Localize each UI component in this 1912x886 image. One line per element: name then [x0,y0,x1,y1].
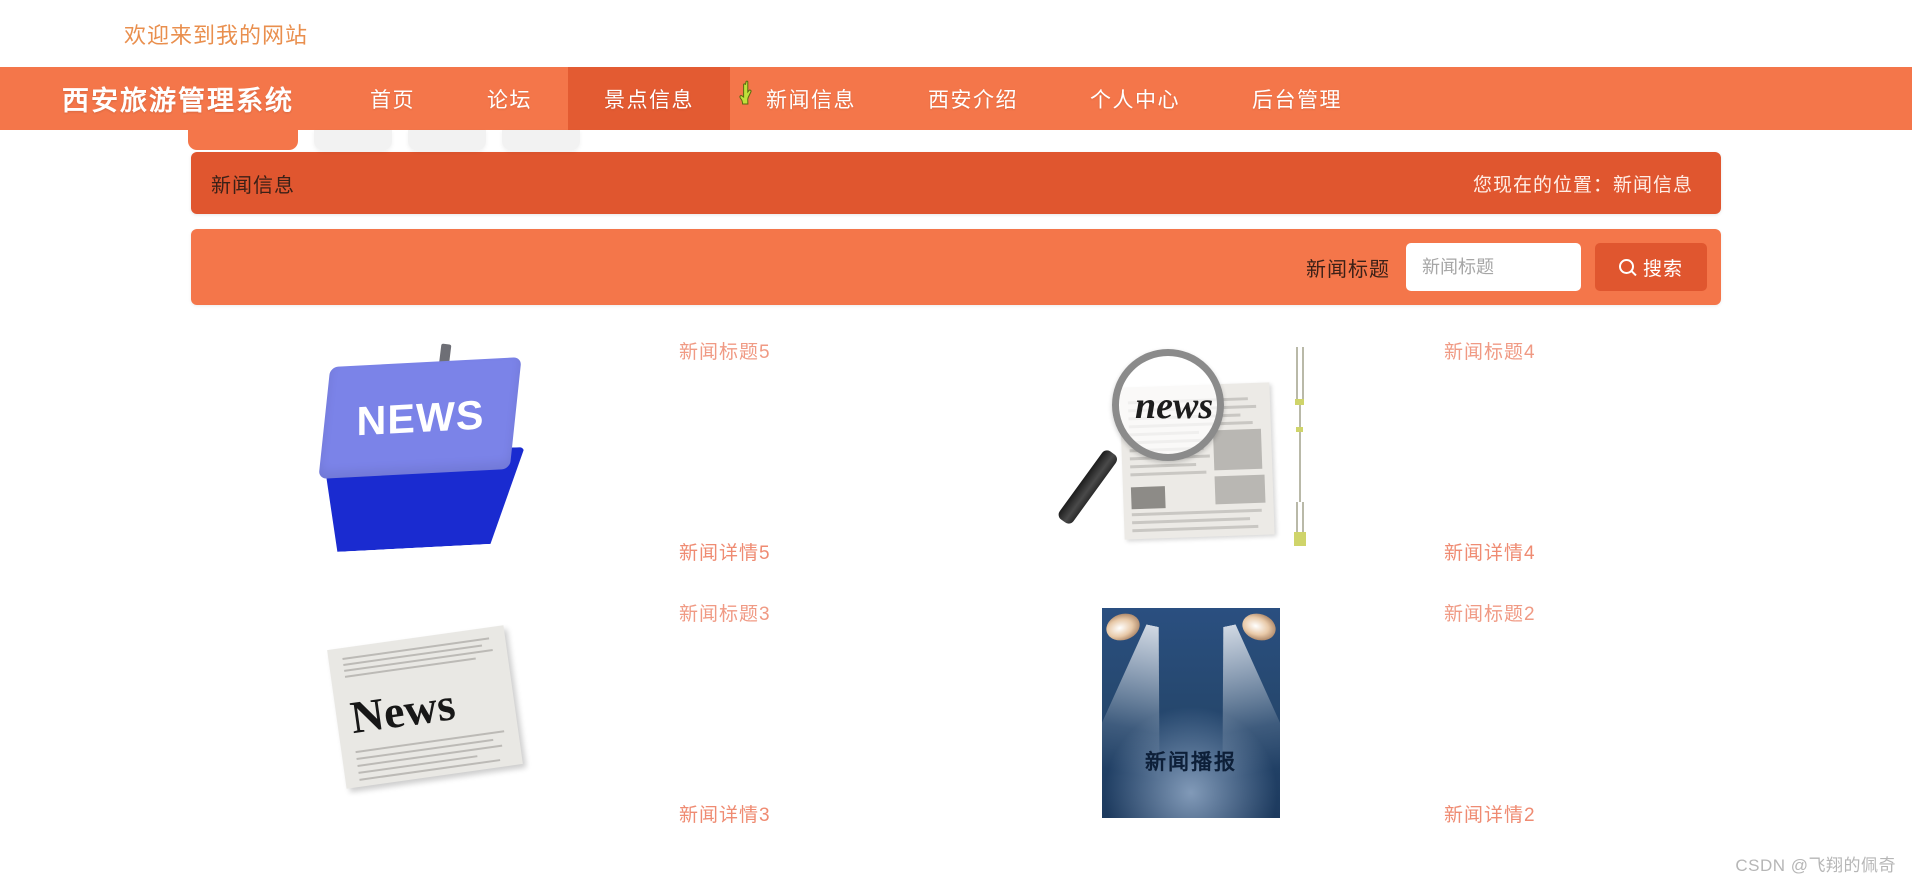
news-keyboard-key-image: NEWS [317,343,534,559]
nav-item-label: 西安介绍 [928,88,1018,112]
search-input[interactable] [1406,243,1581,291]
key-top: NEWS [317,356,522,479]
news-detail-link[interactable]: 新闻详情5 [679,538,956,565]
news-text-block: 新闻标题5 新闻详情5 [661,331,956,571]
grey-newspaper-image: News [326,623,526,803]
nav-item-label: 个人中心 [1090,88,1180,112]
magnifier-newspaper-image: news [1056,346,1306,554]
search-panel: 新闻标题 搜索 [191,229,1721,305]
key-label: NEWS [355,390,484,444]
main-navigation: 西安旅游管理系统 首页 论坛 景点信息 新闻信息 西安介绍 个人中心 后台管理 [0,67,1912,150]
news-text-block: 新闻标题4 新闻详情4 [1426,331,1721,571]
list-item[interactable]: NEWS 新闻标题5 新闻详情5 [191,331,956,571]
nav-item-user-center[interactable]: 个人中心 [1054,67,1216,130]
nav-item-attraction-info[interactable]: 景点信息 [568,67,730,130]
magnifier-lens: news [1112,348,1224,461]
lens-text: news [1135,384,1214,427]
site-brand-title: 西安旅游管理系统 [62,86,294,116]
news-detail-link[interactable]: 新闻详情4 [1444,538,1721,565]
search-field-label: 新闻标题 [1306,258,1390,281]
news-list: NEWS 新闻标题5 新闻详情5 news 新闻标题4 新闻详情4 News 新… [191,331,1721,833]
search-icon [1618,258,1636,276]
news-detail-link[interactable]: 新闻详情2 [1444,800,1721,827]
list-item[interactable]: news 新闻标题4 新闻详情4 [956,331,1721,571]
search-button-label: 搜索 [1642,258,1683,280]
nav-item-list: 首页 论坛 景点信息 新闻信息 西安介绍 个人中心 后台管理 [334,67,1378,130]
page-body: 新闻信息 您现在的位置：新闻信息 新闻标题 搜索 NEWS [0,130,1912,886]
nav-item-label: 后台管理 [1252,88,1342,112]
nav-item-xian-intro[interactable]: 西安介绍 [892,67,1054,130]
nav-item-admin[interactable]: 后台管理 [1216,67,1378,130]
broadcast-caption: 新闻播报 [1145,751,1237,774]
news-thumbnail[interactable]: news [956,331,1426,571]
nav-item-home[interactable]: 首页 [334,67,451,130]
nav-item-label: 论坛 [487,88,532,112]
page-title: 新闻信息 [211,174,295,197]
news-title-link[interactable]: 新闻标题5 [679,337,956,364]
news-detail-link[interactable]: 新闻详情3 [679,800,956,827]
csdn-watermark: CSDN @飞翔的佩奇 [1735,856,1896,875]
ruler-decoration [1292,343,1308,551]
nav-item-forum[interactable]: 论坛 [451,67,568,130]
breadcrumb-position-text: 您现在的位置：新闻信息 [1472,174,1693,196]
spotlight-broadcast-image: 新闻播报 [1102,608,1280,818]
news-title-link[interactable]: 新闻标题2 [1444,599,1721,626]
news-text-block: 新闻标题3 新闻详情3 [661,593,956,833]
content-container: 新闻信息 您现在的位置：新闻信息 新闻标题 搜索 NEWS [191,152,1721,833]
welcome-strip: 欢迎来到我的网站 [0,0,1912,67]
news-title-link[interactable]: 新闻标题4 [1444,337,1721,364]
list-item[interactable]: 新闻播报 新闻标题2 新闻详情2 [956,593,1721,833]
nav-item-news-info[interactable]: 新闻信息 [730,67,892,130]
news-title-link[interactable]: 新闻标题3 [679,599,956,626]
search-button[interactable]: 搜索 [1595,243,1707,291]
welcome-text: 欢迎来到我的网站 [124,22,309,48]
list-item[interactable]: News 新闻标题3 新闻详情3 [191,593,956,833]
news-thumbnail[interactable]: News [191,593,661,833]
breadcrumb: 新闻信息 您现在的位置：新闻信息 [191,152,1721,214]
newspaper-masthead: News [347,678,459,744]
news-text-block: 新闻标题2 新闻详情2 [1426,593,1721,833]
magnifier-handle [1056,447,1120,526]
nav-item-label: 新闻信息 [766,88,856,112]
news-thumbnail[interactable]: NEWS [191,331,661,571]
nav-item-label: 首页 [370,88,415,112]
news-thumbnail[interactable]: 新闻播报 [956,593,1426,833]
newspaper-sheet: News [327,625,523,789]
nav-item-label: 景点信息 [604,88,694,112]
